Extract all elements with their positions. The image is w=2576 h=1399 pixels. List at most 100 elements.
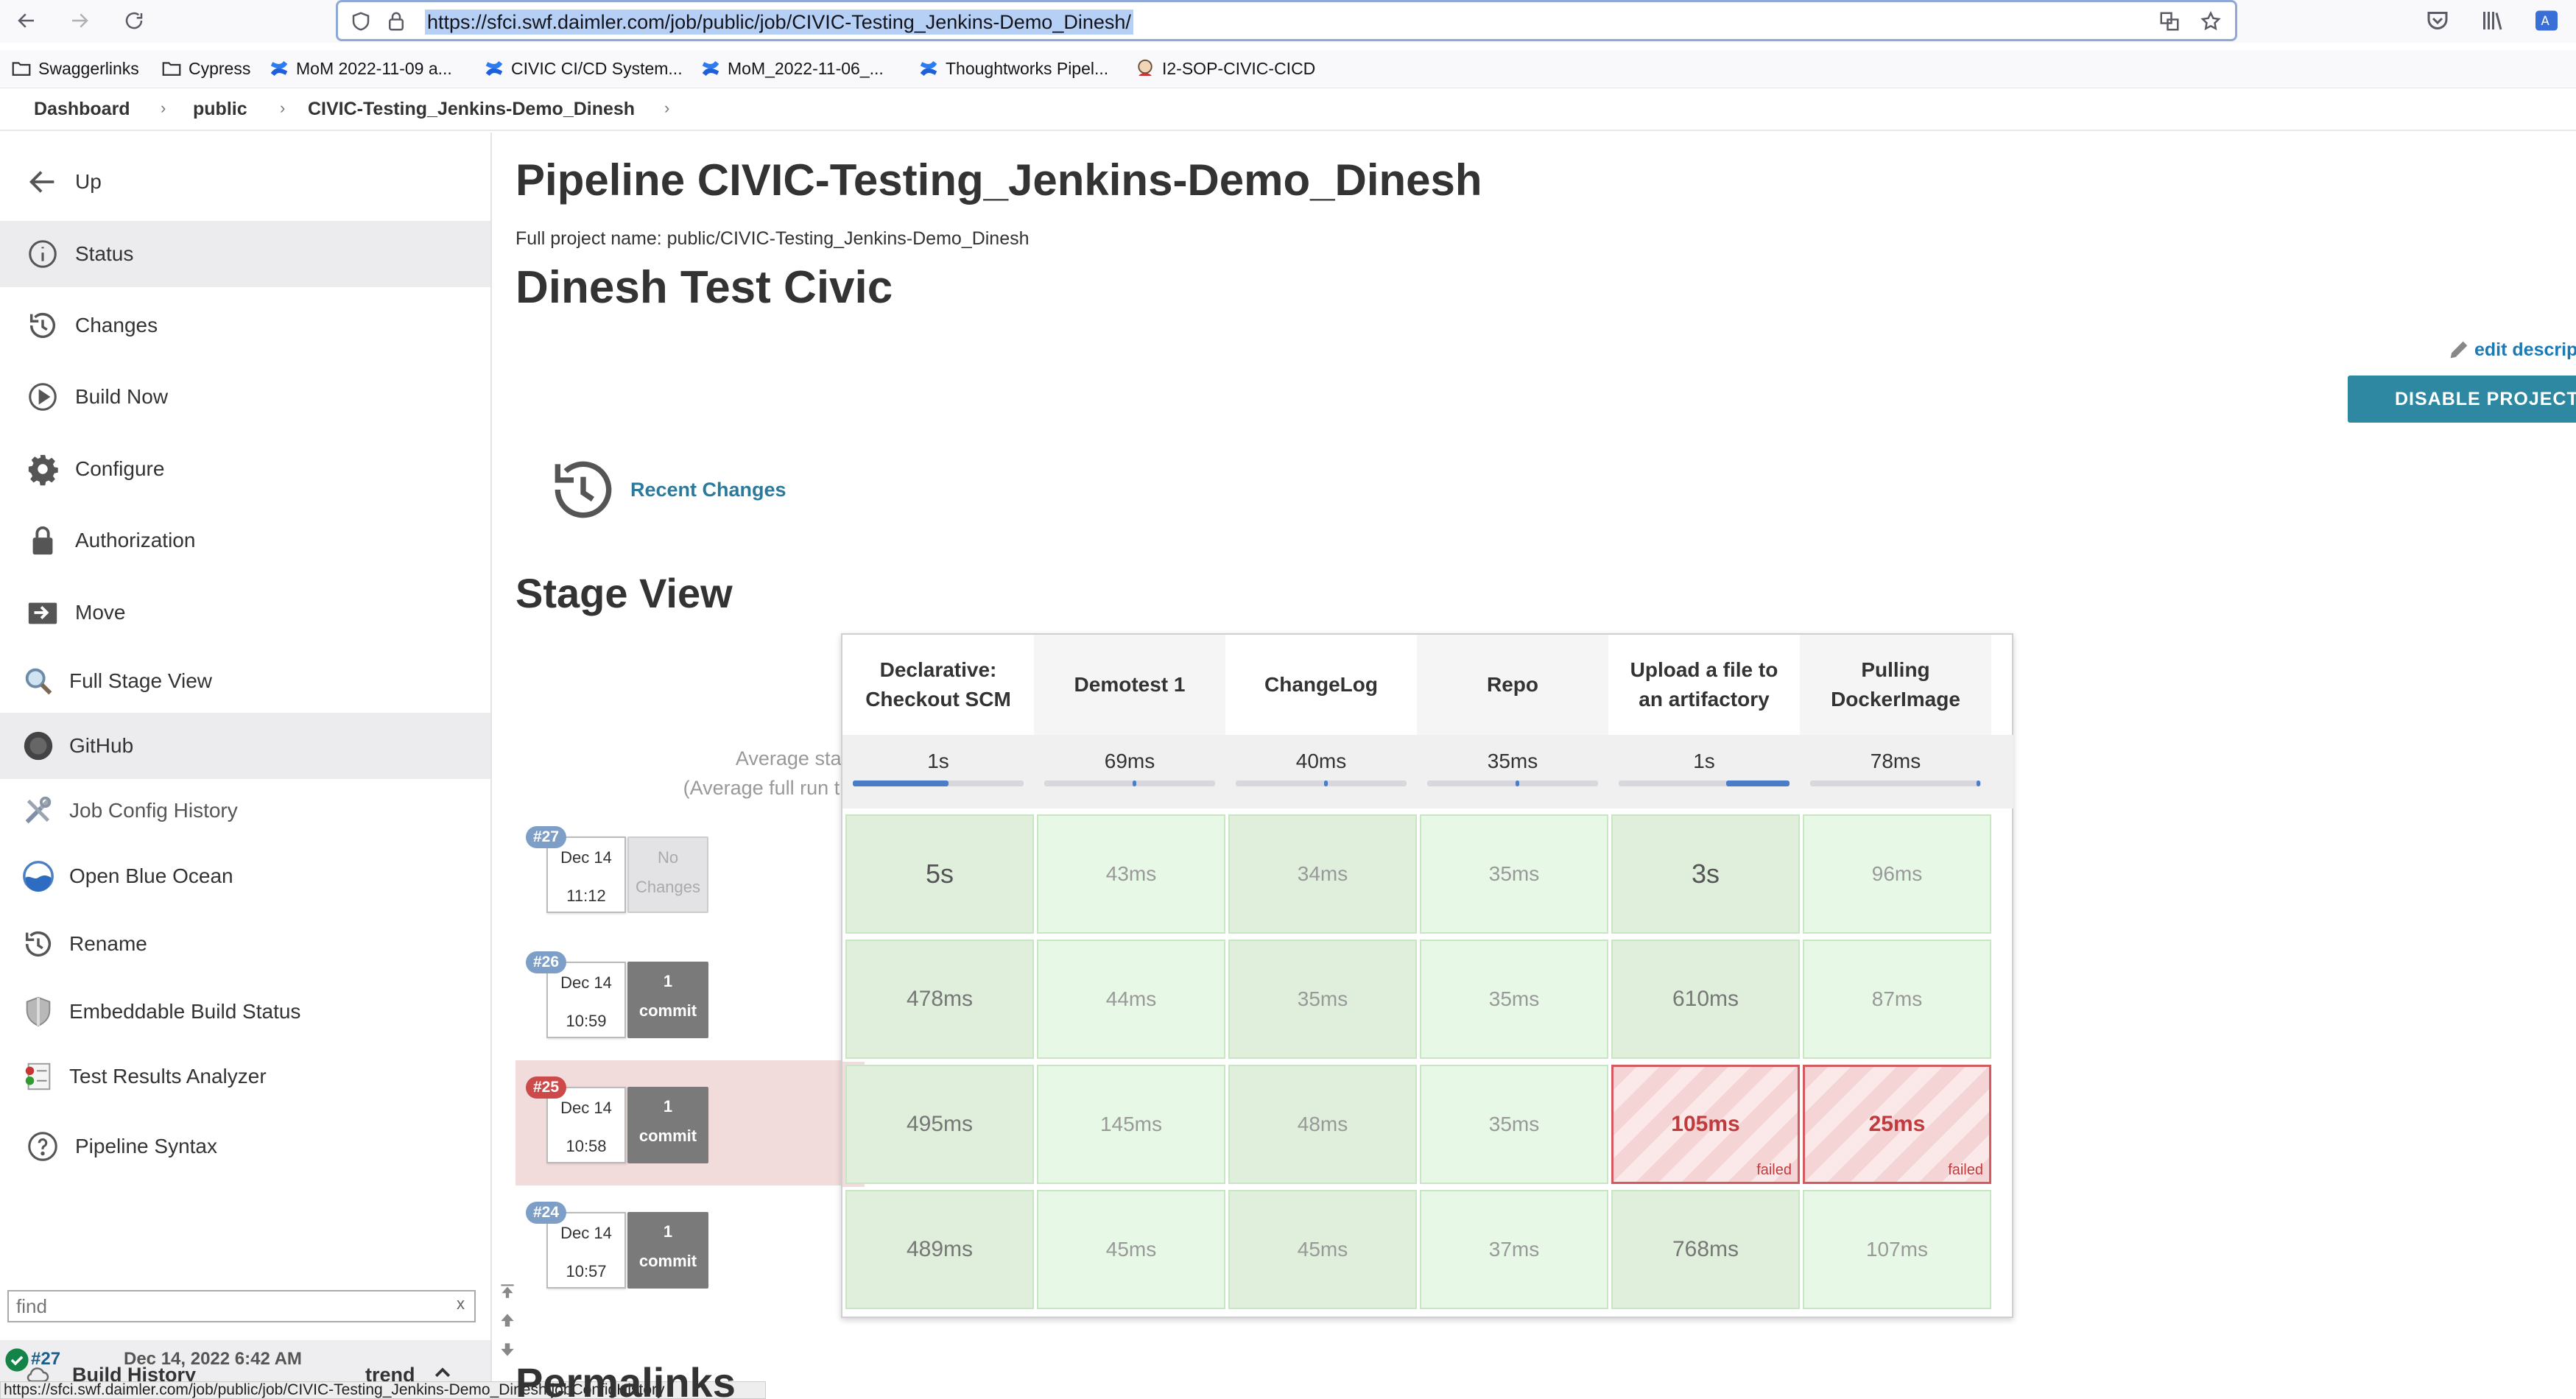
sidebar-item-authorization[interactable]: Authorization [0,507,490,574]
build-history-entry[interactable]: #27 Dec 14, 2022 6:42 AM [0,1339,490,1383]
breadcrumb-separator[interactable]: › [161,99,166,118]
sidebar-item-move[interactable]: Move [0,579,490,646]
bookmark-i2-sop-civic-cicd[interactable]: I2-SOP-CIVIC-CICD [1134,56,1315,81]
report-icon [19,1057,57,1096]
stage-cell[interactable]: 145ms [1037,1065,1225,1184]
bookmark-civic-cicd-system[interactable]: CIVIC CI/CD System... [483,56,683,81]
build-history-find-input[interactable] [7,1290,476,1322]
stage-cell[interactable]: 44ms [1037,940,1225,1059]
build-number-link[interactable]: #27 [31,1349,60,1370]
stage-cell[interactable]: 495ms [845,1065,1034,1184]
build-row[interactable]: Dec 14 11:12 No Changes #27 [515,810,841,935]
sidebar-item-status[interactable]: Status [0,221,490,287]
build-row[interactable]: Dec 14 10:59 1 commit #26 [515,935,841,1060]
stage-cell[interactable]: 87ms [1803,940,1991,1059]
sidebar-item-build-now[interactable]: Build Now [0,364,490,430]
bookmark-swaggerlinks[interactable]: Swaggerlinks [10,56,139,81]
changes-label: commit [638,1127,697,1145]
average-time-bar-fill [1726,780,1790,786]
stage-cell[interactable]: 107ms [1803,1190,1991,1309]
stage-cell[interactable]: 43ms [1037,814,1225,934]
translate-extension-icon[interactable]: A [2533,7,2560,34]
sidebar-item-open-blue-ocean[interactable]: Open Blue Ocean [0,843,490,909]
average-time-bar [1619,780,1790,786]
build-changes-box[interactable]: 1 commit [627,962,708,1038]
stage-duration: 35ms [1488,987,1540,1010]
stage-cell[interactable]: 35ms [1420,814,1608,934]
bookmark-mom-2022-11-09[interactable]: MoM 2022-11-09 a... [268,56,452,81]
stage-average-time: 40ms [1225,735,1417,808]
sidebar-item-full-stage-view[interactable]: Full Stage View [0,648,490,714]
translate-icon[interactable] [2158,10,2181,32]
build-number-badge[interactable]: #27 [526,826,567,848]
back-button[interactable] [10,4,43,37]
bookmark-cypress[interactable]: Cypress [161,56,250,81]
url-text[interactable]: https://sfci.swf.daimler.com/job/public/… [425,10,1133,35]
build-row[interactable]: Dec 14 10:58 1 commit #25 [515,1060,841,1185]
stage-cell[interactable]: 35ms [1228,940,1417,1059]
stage-duration: 43ms [1105,862,1157,885]
confluence-icon [270,61,288,76]
stage-cell[interactable]: 25ms failed [1803,1065,1991,1184]
breadcrumb-separator[interactable]: › [664,99,669,118]
breadcrumb-separator[interactable]: › [280,99,285,118]
stage-cell[interactable]: 610ms [1611,940,1800,1059]
sidebar-item-test-results-analyzer[interactable]: Test Results Analyzer [0,1043,490,1110]
disable-project-button[interactable]: DISABLE PROJECT [2348,376,2576,423]
build-changes-box[interactable]: No Changes [627,836,708,913]
build-number-badge[interactable]: #25 [526,1076,567,1099]
lock-icon[interactable] [385,10,407,32]
stage-duration: 34ms [1297,862,1348,885]
bookmark-star-icon[interactable] [2200,10,2222,32]
stage-duration: 107ms [1865,1238,1929,1261]
find-clear-button[interactable]: x [457,1294,465,1314]
stage-cell[interactable]: 35ms [1420,1065,1608,1184]
breadcrumb-public[interactable]: public [193,99,247,120]
build-number-badge[interactable]: #24 [526,1202,567,1224]
build-row[interactable]: Dec 14 10:57 1 commit #24 [515,1185,841,1311]
breadcrumb-job[interactable]: CIVIC-Testing_Jenkins-Demo_Dinesh [308,99,635,120]
bookmark-thoughtworks-pipeline[interactable]: Thoughtworks Pipel... [918,56,1108,81]
sidebar-item-pipeline-syntax[interactable]: Pipeline Syntax [0,1113,490,1180]
sidebar-item-changes[interactable]: Changes [0,292,490,359]
sidebar-item-rename[interactable]: Rename [0,911,490,977]
stage-average-time: 78ms [1800,735,1991,808]
stage-cell[interactable]: 34ms [1228,814,1417,934]
stage-duration: 105ms [1671,1112,1740,1136]
stage-cell[interactable]: 37ms [1420,1190,1608,1309]
edit-description-link[interactable]: edit descrip [2446,337,2576,362]
build-number-badge[interactable]: #26 [526,951,567,973]
forward-button[interactable] [63,4,96,37]
sidebar-item-github[interactable]: GitHub [0,713,490,779]
bookmark-mom-2022-11-06[interactable]: MoM_2022-11-06_... [700,56,884,81]
build-changes-box[interactable]: 1 commit [627,1087,708,1163]
build-time: 10:57 [566,1262,607,1280]
stage-cell[interactable]: 96ms [1803,814,1991,934]
pocket-icon[interactable] [2424,7,2451,34]
stage-cell[interactable]: 3s [1611,814,1800,934]
url-bar[interactable]: https://sfci.swf.daimler.com/job/public/… [336,0,2237,41]
reload-button[interactable] [118,4,150,37]
breadcrumb-dashboard[interactable]: Dashboard [34,99,130,120]
build-changes-box[interactable]: 1 commit [627,1212,708,1289]
stage-cell[interactable]: 48ms [1228,1065,1417,1184]
sidebar-item-configure[interactable]: Configure [0,436,490,502]
stage-cell[interactable]: 768ms [1611,1190,1800,1309]
stage-cell[interactable]: 5s [845,814,1034,934]
stage-cell[interactable]: 489ms [845,1190,1034,1309]
stage-cell[interactable]: 105ms failed [1611,1065,1800,1184]
shield-icon[interactable] [350,10,372,32]
stage-cell[interactable]: 478ms [845,940,1034,1059]
sidebar-item-up[interactable]: Up [0,149,490,215]
library-icon[interactable] [2479,7,2505,34]
sidebar-item-embeddable-build-status[interactable]: Embeddable Build Status [0,979,490,1045]
recent-changes-link[interactable]: Recent Changes [545,449,786,530]
stage-cell[interactable]: 45ms [1037,1190,1225,1309]
stage-view-table: Declarative: Checkout SCM 1s Demotest 1 69m… [841,633,2013,1318]
stage-duration: 25ms [1868,1112,1926,1136]
stage-cell[interactable]: 45ms [1228,1190,1417,1309]
sidebar-item-job-config-history[interactable]: Job Config History [0,778,490,844]
build-date: Dec 14 [560,973,612,992]
stage-header: Upload a file to an artifactory [1630,658,1778,711]
stage-cell[interactable]: 35ms [1420,940,1608,1059]
